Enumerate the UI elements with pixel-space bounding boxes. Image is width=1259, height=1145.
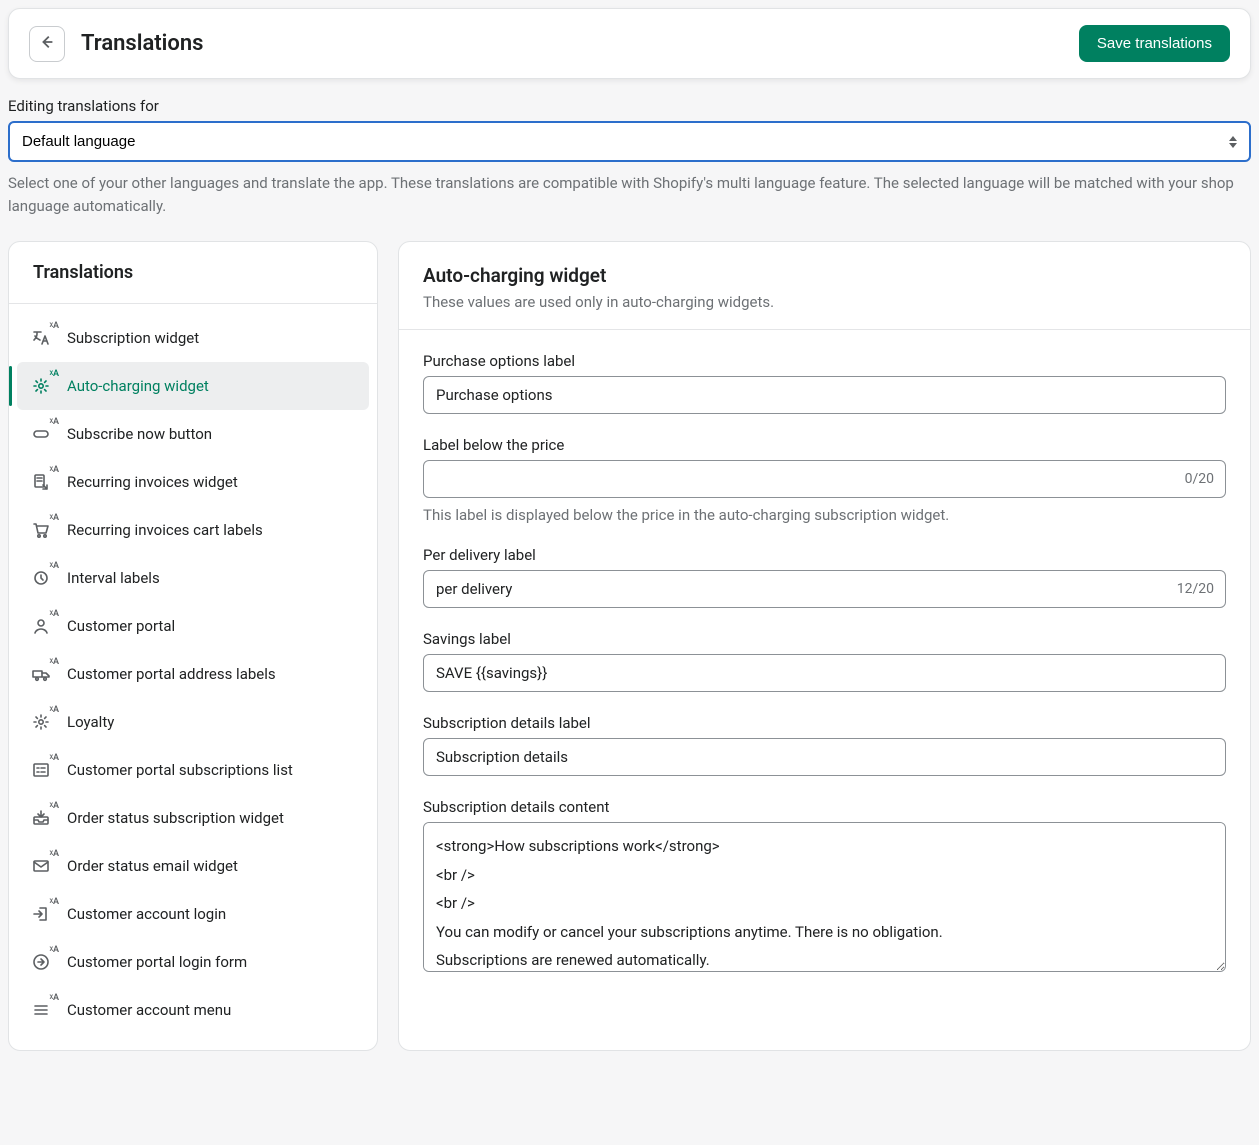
sidebar-item-customer-portal-login-form[interactable]: ᵡA Customer portal login form — [17, 938, 369, 986]
section-header: Auto-charging widget These values are us… — [399, 242, 1250, 330]
truck-icon: ᵡA — [29, 662, 53, 686]
sidebar-item-label: Customer account menu — [67, 1001, 231, 1019]
sidebar-item-order-status-subscription-widget[interactable]: ᵡA Order status subscription widget — [17, 794, 369, 842]
translate-badge-icon: ᵡA — [50, 370, 59, 379]
translate-badge-icon: ᵡA — [50, 466, 59, 475]
purchase-options-input[interactable] — [423, 376, 1226, 414]
field-savings: Savings label — [423, 630, 1226, 692]
section-subtitle: These values are used only in auto-charg… — [423, 293, 1226, 311]
field-label-below-price: Label below the price 0/20 This label is… — [423, 436, 1226, 524]
content-row: Translations ᵡA Subscription widget ᵡA Auto… — [0, 217, 1259, 1059]
sub-details-content-textarea[interactable] — [423, 822, 1226, 972]
back-button[interactable] — [29, 26, 65, 62]
sidebar-item-loyalty[interactable]: ᵡA Loyalty — [17, 698, 369, 746]
arrow-left-icon — [38, 33, 56, 54]
sidebar-item-label: Customer portal address labels — [67, 665, 276, 683]
sidebar-item-label: Subscribe now button — [67, 425, 212, 443]
page-title: Translations — [81, 31, 203, 56]
sidebar-item-customer-portal-subscriptions-list[interactable]: ᵡA Customer portal subscriptions list — [17, 746, 369, 794]
language-select[interactable]: Default language — [8, 121, 1251, 162]
translate-badge-icon: ᵡA — [50, 322, 59, 331]
translate-badge-icon: ᵡA — [50, 802, 59, 811]
translate-badge-icon: ᵡA — [50, 946, 59, 955]
sidebar-item-customer-account-login[interactable]: ᵡA Customer account login — [17, 890, 369, 938]
field-sub-details-label: Subscription details label — [423, 714, 1226, 776]
sidebar-item-subscribe-now-button[interactable]: ᵡA Subscribe now button — [17, 410, 369, 458]
savings-input[interactable] — [423, 654, 1226, 692]
sidebar-item-label: Loyalty — [67, 713, 114, 731]
field-purchase-options: Purchase options label — [423, 352, 1226, 414]
sub-details-label-input[interactable] — [423, 738, 1226, 776]
sidebar-item-label: Recurring invoices cart labels — [67, 521, 263, 539]
sidebar-item-label: Customer portal subscriptions list — [67, 761, 293, 779]
sidebar-item-auto-charging-widget[interactable]: ᵡA Auto-charging widget — [17, 362, 369, 410]
person-icon: ᵡA — [29, 614, 53, 638]
header-left: Translations — [29, 26, 203, 62]
language-select-wrap: Default language — [8, 121, 1251, 162]
login-circle-icon: ᵡA — [29, 950, 53, 974]
inbox-icon: ᵡA — [29, 806, 53, 830]
savings-label: Savings label — [423, 630, 1226, 648]
sidebar-title: Translations — [9, 242, 377, 304]
sub-details-label-label: Subscription details label — [423, 714, 1226, 732]
cart-icon: ᵡA — [29, 518, 53, 542]
per-delivery-input[interactable] — [423, 570, 1226, 608]
sidebar-item-label: Subscription widget — [67, 329, 199, 347]
label-below-price-input[interactable] — [423, 460, 1226, 498]
translate-badge-icon: ᵡA — [50, 706, 59, 715]
translate-badge-icon: ᵡA — [50, 658, 59, 667]
sidebar-item-label: Recurring invoices widget — [67, 473, 238, 491]
translate-badge-icon: ᵡA — [50, 562, 59, 571]
translate-badge-icon: ᵡA — [50, 610, 59, 619]
menu-icon: ᵡA — [29, 998, 53, 1022]
sidebar-item-label: Customer portal login form — [67, 953, 247, 971]
translate-badge-icon: ᵡA — [50, 898, 59, 907]
translate-icon: ᵡA — [29, 326, 53, 350]
field-per-delivery: Per delivery label 12/20 — [423, 546, 1226, 608]
login-icon: ᵡA — [29, 902, 53, 926]
field-sub-details-content: Subscription details content — [423, 798, 1226, 976]
sidebar-item-order-status-email-widget[interactable]: ᵡA Order status email widget — [17, 842, 369, 890]
list-box-icon: ᵡA — [29, 758, 53, 782]
sidebar-item-recurring-invoices-cart-labels[interactable]: ᵡA Recurring invoices cart labels — [17, 506, 369, 554]
save-translations-button[interactable]: Save translations — [1079, 25, 1230, 62]
sidebar-item-label: Interval labels — [67, 569, 160, 587]
gear-icon: ᵡA — [29, 710, 53, 734]
form-card: Auto-charging widget These values are us… — [398, 241, 1251, 1051]
label-below-price-label: Label below the price — [423, 436, 1226, 454]
sidebar-item-interval-labels[interactable]: ᵡA Interval labels — [17, 554, 369, 602]
sidebar-item-label: Customer account login — [67, 905, 226, 923]
translate-badge-icon: ᵡA — [50, 994, 59, 1003]
section-title: Auto-charging widget — [423, 264, 1226, 287]
label-below-price-help: This label is displayed below the price … — [423, 506, 1226, 524]
clock-icon: ᵡA — [29, 566, 53, 590]
sub-details-content-label: Subscription details content — [423, 798, 1226, 816]
translate-badge-icon: ᵡA — [50, 418, 59, 427]
translate-badge-icon: ᵡA — [50, 754, 59, 763]
sidebar-item-recurring-invoices-widget[interactable]: ᵡA Recurring invoices widget — [17, 458, 369, 506]
sidebar-item-customer-portal-address-labels[interactable]: ᵡA Customer portal address labels — [17, 650, 369, 698]
sidebar-item-subscription-widget[interactable]: ᵡA Subscription widget — [17, 314, 369, 362]
button-icon: ᵡA — [29, 422, 53, 446]
sidebar-item-label: Order status email widget — [67, 857, 238, 875]
translate-badge-icon: ᵡA — [50, 850, 59, 859]
invoice-out-icon: ᵡA — [29, 470, 53, 494]
form-body: Purchase options label Label below the p… — [399, 330, 1250, 1000]
mail-icon: ᵡA — [29, 854, 53, 878]
translations-sidebar: Translations ᵡA Subscription widget ᵡA Auto… — [8, 241, 378, 1051]
sidebar-item-customer-portal[interactable]: ᵡA Customer portal — [17, 602, 369, 650]
nav-list: ᵡA Subscription widget ᵡA Auto-charging wid… — [9, 304, 377, 1050]
per-delivery-label: Per delivery label — [423, 546, 1226, 564]
sidebar-item-label: Auto-charging widget — [67, 377, 209, 395]
sidebar-item-label: Order status subscription widget — [67, 809, 284, 827]
page-header: Translations Save translations — [8, 8, 1251, 79]
sidebar-item-label: Customer portal — [67, 617, 175, 635]
language-block: Editing translations for Default languag… — [0, 87, 1259, 217]
language-label: Editing translations for — [8, 97, 1251, 115]
translate-badge-icon: ᵡA — [50, 514, 59, 523]
sidebar-item-customer-account-menu[interactable]: ᵡA Customer account menu — [17, 986, 369, 1034]
language-help-text: Select one of your other languages and t… — [8, 172, 1251, 217]
gear-icon: ᵡA — [29, 374, 53, 398]
purchase-options-label: Purchase options label — [423, 352, 1226, 370]
